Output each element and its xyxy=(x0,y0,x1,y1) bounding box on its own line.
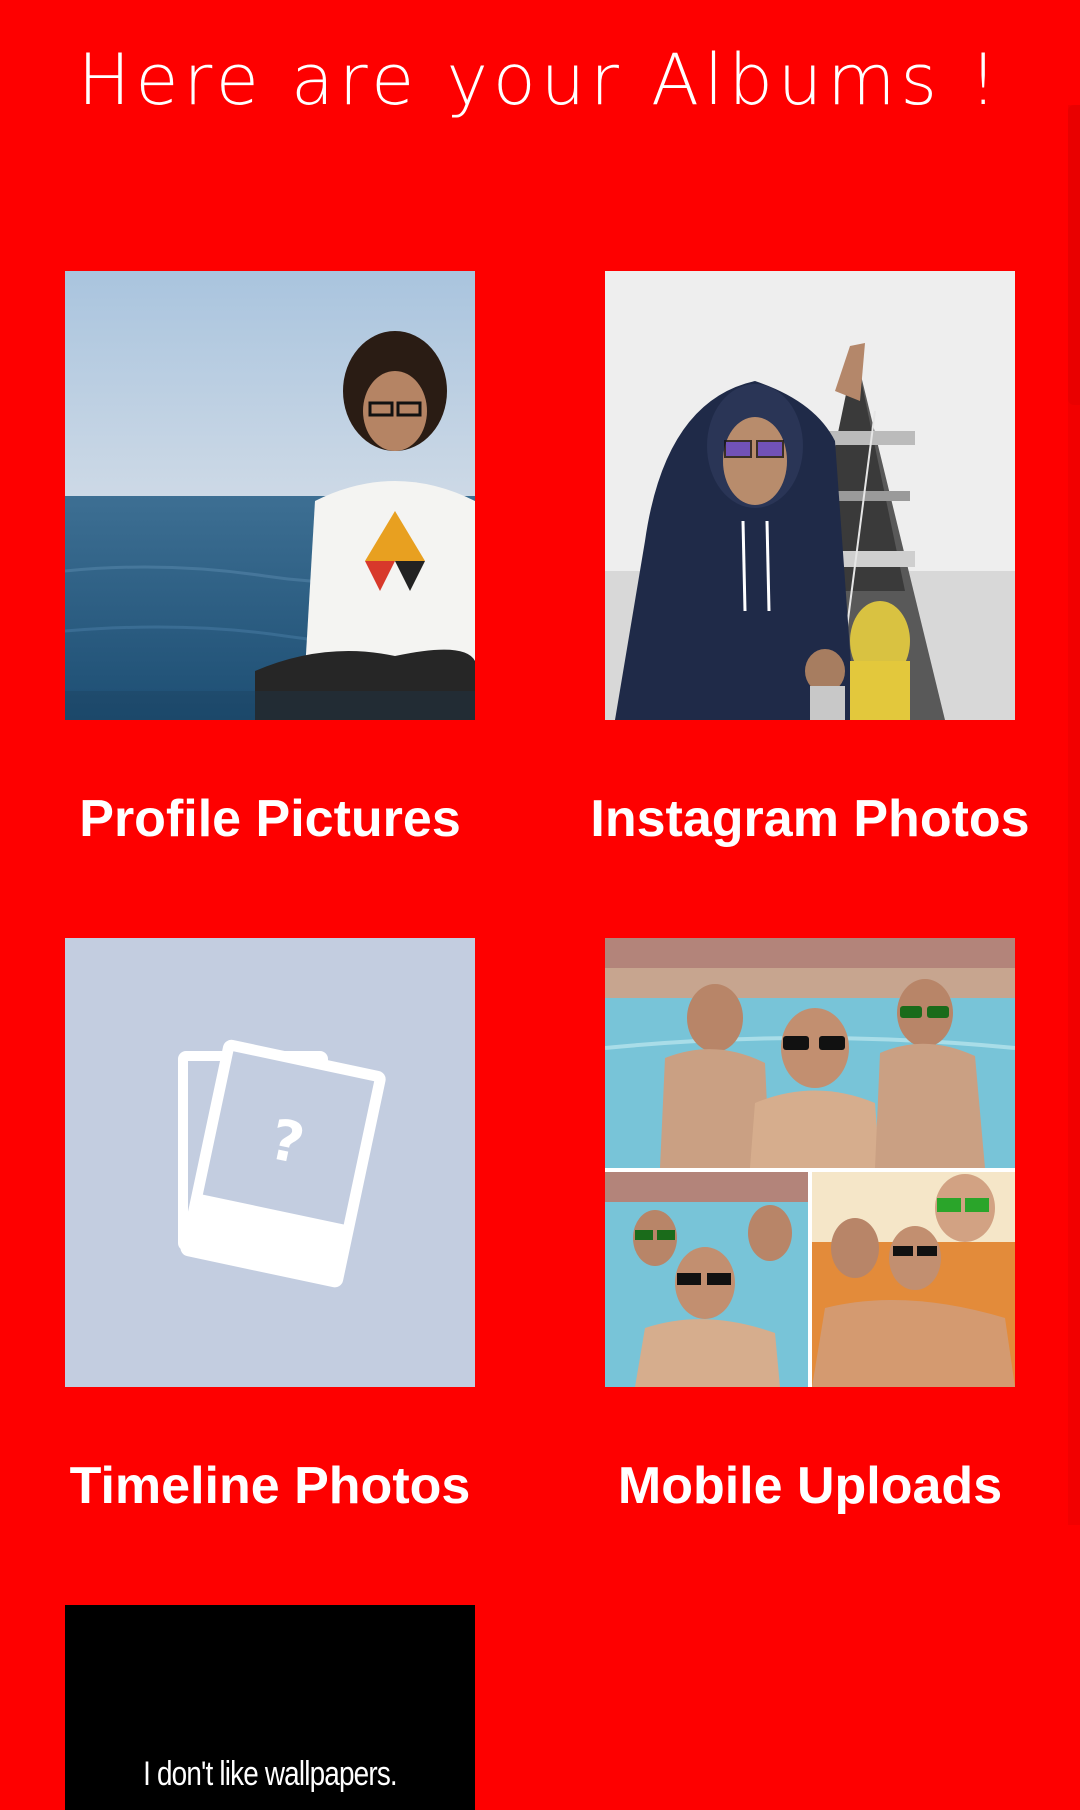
album-title[interactable]: Mobile Uploads xyxy=(545,1451,1075,1521)
album-title[interactable]: Instagram Photos xyxy=(545,784,1075,854)
page-title: Here are your Albums ! xyxy=(77,39,1003,121)
album-thumbnail[interactable] xyxy=(605,271,1015,720)
scrollbar-thumb[interactable] xyxy=(1068,105,1080,405)
album-thumbnail[interactable]: I don't like wallpapers. xyxy=(65,1605,475,1810)
album-title[interactable]: Profile Pictures xyxy=(5,784,535,854)
album-thumbnail[interactable]: ? xyxy=(65,938,475,1387)
album-title[interactable]: Timeline Photos xyxy=(5,1451,535,1521)
thumbnail-caption: I don't like wallpapers. xyxy=(143,1755,398,1793)
photo-placeholder-icon: ? xyxy=(65,938,475,1387)
album-thumbnail[interactable] xyxy=(605,938,1015,1387)
album-thumbnail[interactable] xyxy=(65,271,475,720)
